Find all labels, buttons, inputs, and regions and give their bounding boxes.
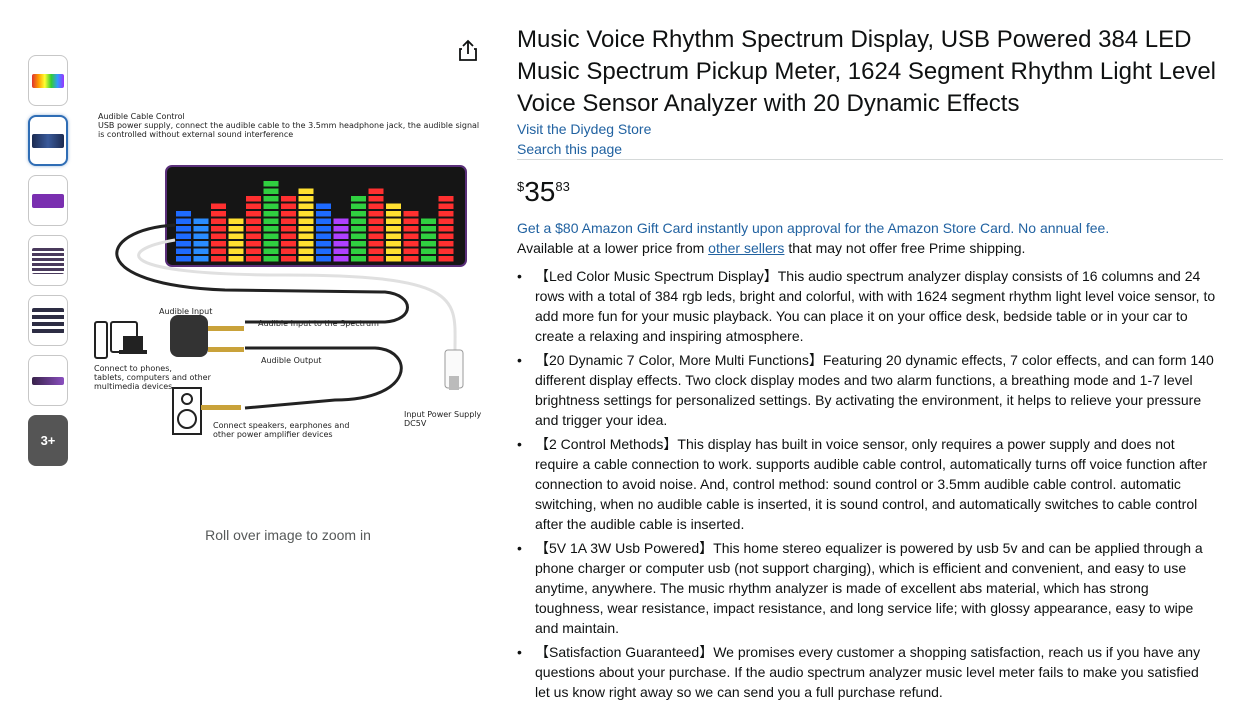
thumbnail-strip: 3+ [28,55,68,475]
product-title: Music Voice Rhythm Spectrum Display, USB… [517,26,1216,117]
feature-bullet: 【2 Control Methods】This display has buil… [517,434,1217,534]
price: $3583 [517,176,570,208]
audible-input-label: Audible Input [159,307,213,316]
search-page-link[interactable]: Search this page [517,141,622,157]
connect-phones-label: multimedia devices [94,382,173,391]
input-to-spectrum-label: Audible Input to the Spectrum [258,319,379,328]
connect-phones-label: Connect to phones, [94,364,172,373]
connect-speakers-label: other power amplifier devices [213,430,333,439]
gift-card-offer-link[interactable]: Get a $80 Amazon Gift Card instantly upo… [517,220,1109,236]
input-power-label: DC5V [404,419,427,428]
thumbnail-image [32,376,64,385]
connect-phones-label: tablets, computers and other [94,373,211,382]
thumbnail-image [32,133,64,148]
share-icon [459,39,477,61]
lower-price-suffix: that may not offer free Prime shipping. [784,240,1026,256]
lower-price-notice: Available at a lower price from other se… [517,240,1025,256]
feature-bullets: 【Led Color Music Spectrum Display】This a… [517,266,1217,706]
store-link[interactable]: Visit the Diydeg Store [517,121,651,137]
feature-bullet: 【Led Color Music Spectrum Display】This a… [517,266,1217,346]
feature-bullet: 【Satisfaction Guaranteed】We promises eve… [517,642,1217,702]
thumbnail-1[interactable] [28,55,68,106]
thumbnail-5[interactable] [28,295,68,346]
thumbnail-image [32,307,64,334]
price-whole: 35 [524,176,556,207]
share-button[interactable] [456,38,480,64]
feature-bullet: 【5V 1A 3W Usb Powered】This home stereo e… [517,538,1217,638]
thumbnail-6[interactable] [28,355,68,406]
lower-price-prefix: Available at a lower price from [517,240,709,256]
audible-output-label: Audible Output [261,356,322,365]
thumbnail-image [32,247,64,274]
other-sellers-link[interactable]: other sellers [708,240,784,256]
thumbnail-image [32,73,64,88]
thumbnail-2[interactable] [28,115,68,166]
price-fraction: 83 [555,179,570,194]
price-symbol: $ [517,179,525,194]
thumbnail-4[interactable] [28,235,68,286]
connect-speakers-label: Connect speakers, earphones and [213,421,350,430]
diagram-graphic [94,165,467,435]
more-images-thumbnail[interactable]: 3+ [28,415,68,466]
thumbnail-image [32,193,64,208]
divider [517,159,1223,160]
feature-bullet: 【20 Dynamic 7 Color, More Multi Function… [517,350,1217,430]
zoom-hint: Roll over image to zoom in [205,527,371,543]
main-product-image[interactable]: Audible Cable Control USB power supply, … [85,100,485,445]
more-images-label: 3+ [40,433,56,448]
input-power-label: Input Power Supply [404,410,482,419]
thumbnail-3[interactable] [28,175,68,226]
